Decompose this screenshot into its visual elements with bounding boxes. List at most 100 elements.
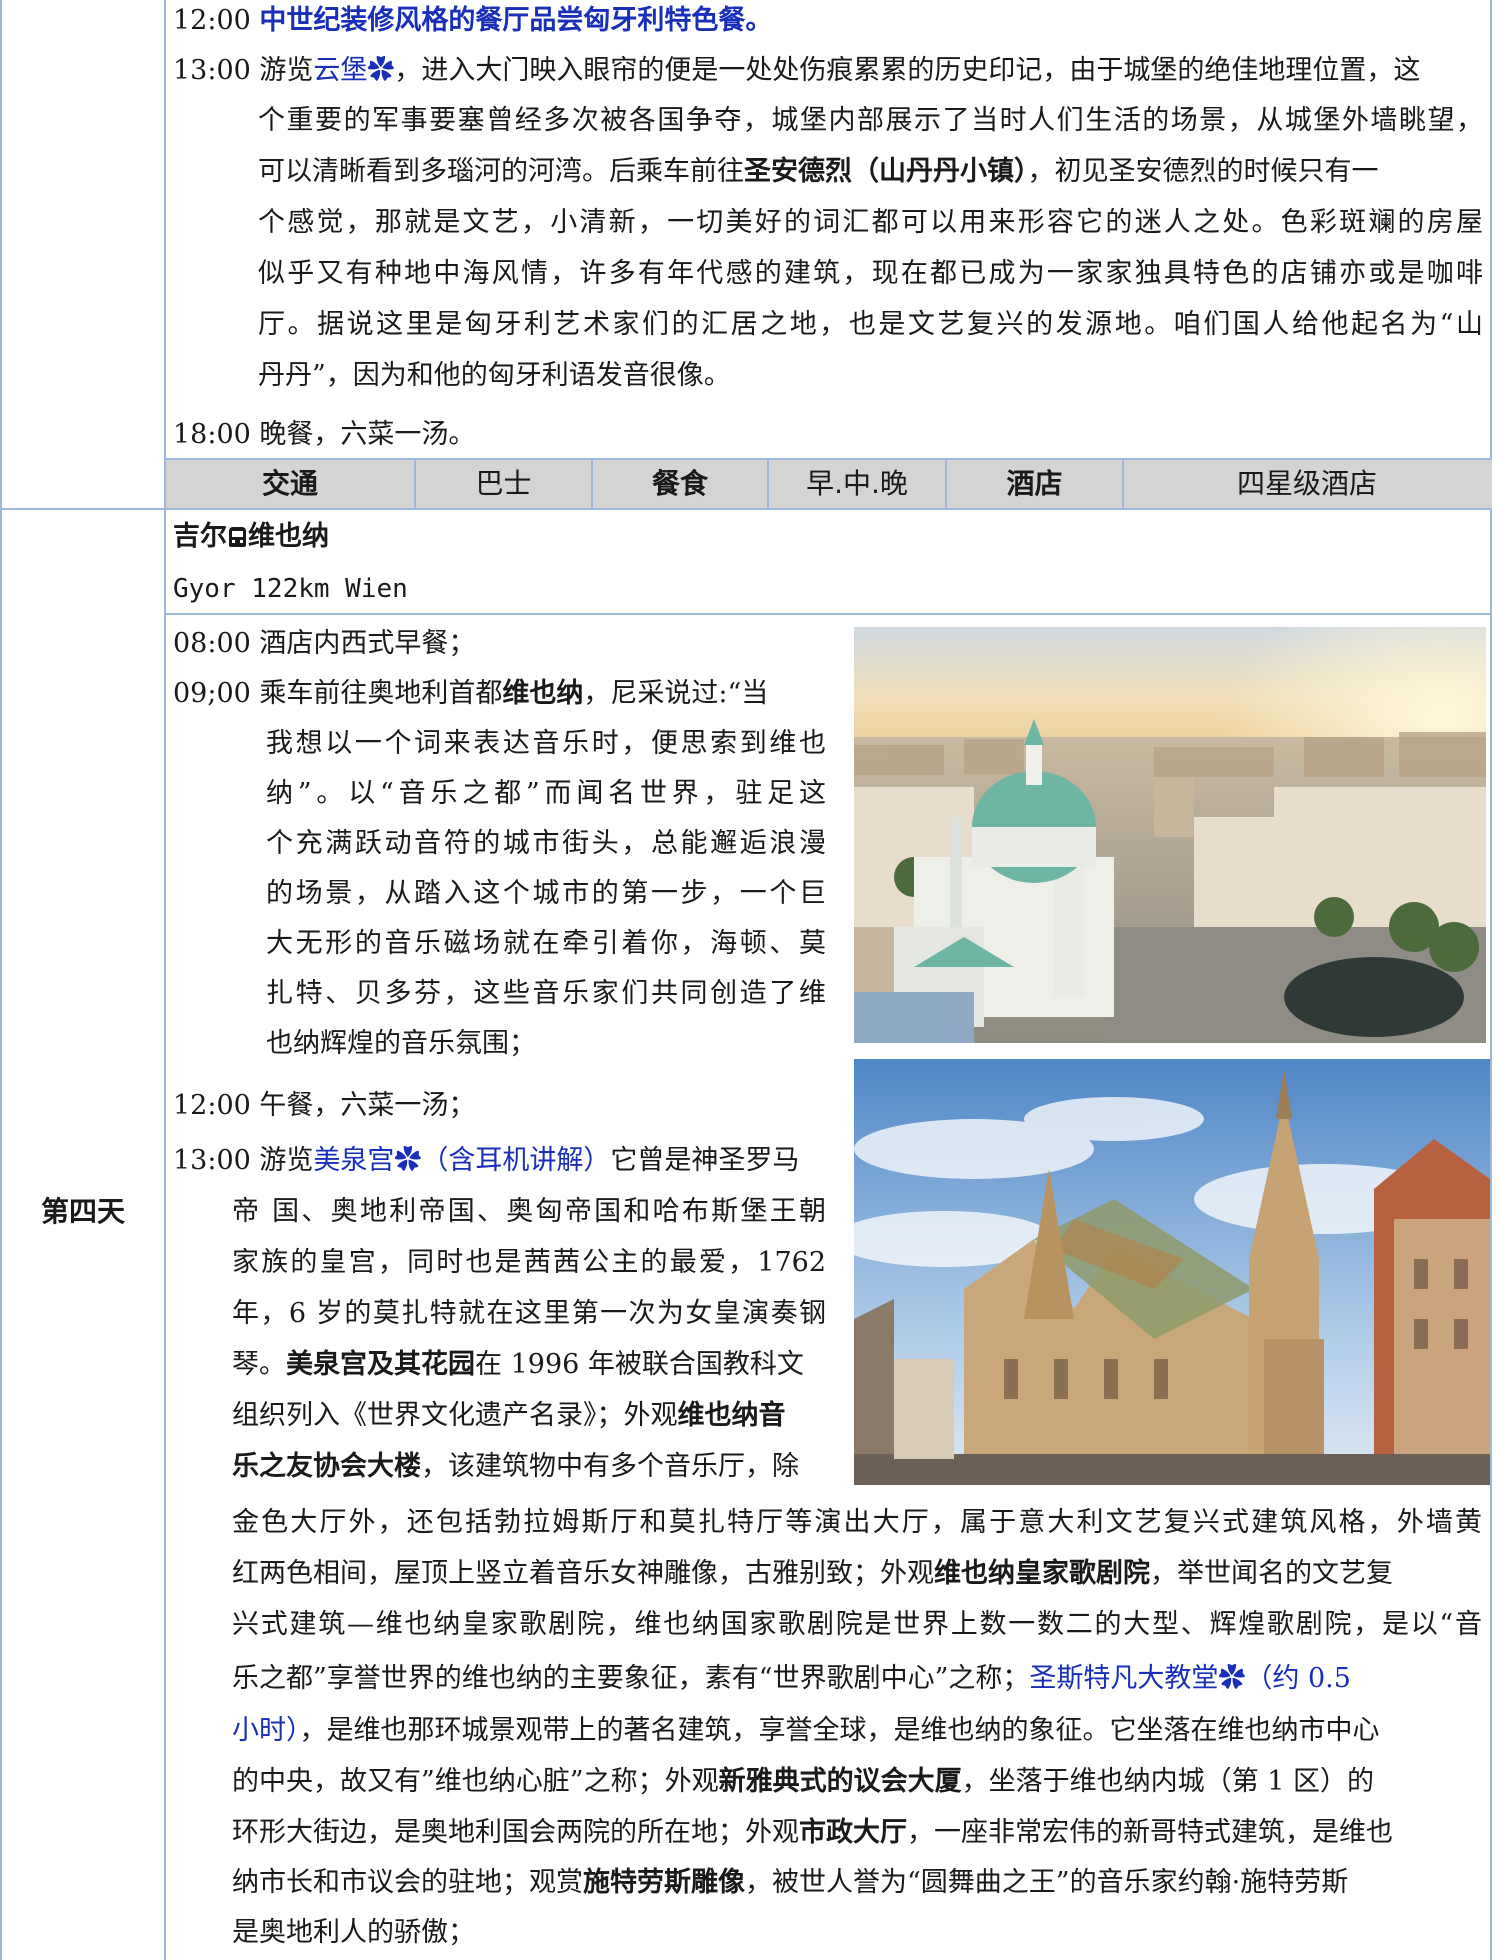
photo-illustration (854, 1059, 1490, 1485)
paragraph-line: 个重要的军事要塞曾经多次被各国争夺，城堡内部展示了当时人们生活的场景，从城堡外墙… (258, 105, 1483, 136)
table-border-left (0, 0, 2, 1960)
paragraph-line: 金色大厅外，还包括勃拉姆斯厅和莫扎特厅等演出大厅，属于意大利文艺复兴式建筑风格，… (232, 1507, 1482, 1538)
text: 游览 (259, 1145, 314, 1176)
duration-note: （约 0.5 (1245, 1663, 1351, 1694)
paragraph-line: 年，6 岁的莫扎特就在这里第一次为女皇演奏钢 (232, 1298, 826, 1329)
text: ，进入大门映入眼帘的便是一处处伤痕累累的历史印记，由于城堡的绝佳地理位置，这 (394, 55, 1421, 86)
time: 13:00 (173, 55, 251, 86)
text: ，一座非常宏伟的新哥特式建筑，是维也 (907, 1817, 1393, 1848)
paragraph-line: 我想以一个词来表达音乐时，便思索到维也 (266, 728, 826, 759)
paragraph-line: 红两色相间，屋顶上竖立着音乐女神雕像，古雅别致；外观维也纳皇家歌剧院，举世闻名的… (232, 1557, 1393, 1591)
meal-label: 餐食 (593, 460, 769, 508)
paragraph-line: 乐之都”享誉世界的维也纳的主要象征，素有“世界歌剧中心”之称；圣斯特凡大教堂✿（… (232, 1662, 1351, 1696)
highlight: 乐之友协会大楼 (232, 1451, 421, 1482)
paragraph-line: 帝 国、奥地利帝国、奥匈帝国和哈布斯堡王朝 (232, 1196, 826, 1227)
text: 乘车前往奥地利首都 (259, 678, 503, 709)
highlight: 圣安德烈（山丹丹小镇） (744, 156, 1028, 187)
paragraph-line: 环形大街边，是奥地利国会两院的所在地；外观市政大厅，一座非常宏伟的新哥特式建筑，… (232, 1816, 1393, 1850)
paragraph-line: 的场景，从踏入这个城市的第一步，一个巨 (266, 878, 826, 909)
bus-icon (229, 527, 246, 547)
paragraph-line: 大无形的音乐磁场就在牵引着你，海顿、莫 (266, 928, 826, 959)
text: ，尼采说过:“当 (583, 678, 769, 709)
highlight: 市政大厅 (799, 1817, 907, 1848)
paragraph-line: 丹丹”，因为和他的匈牙利语发音很像。 (258, 360, 731, 391)
text: ，是维也那环城景观带上的著名建筑，享誉全球，是维也纳的象征。它坐落在维也纳市中心 (299, 1715, 1380, 1746)
schonbrunn-link[interactable]: 美泉宫 (313, 1145, 394, 1176)
schedule-line: 13:00 游览云堡✿，进入大门映入眼帘的便是一处处伤痕累累的历史印记，由于城堡… (173, 54, 1420, 88)
schedule-line: 09;00 乘车前往奥地利首都维也纳，尼采说过:“当 (173, 677, 768, 711)
paragraph-line: 纳”。以“音乐之都”而闻名世界，驻足这 (266, 778, 826, 809)
transport-label: 交通 (166, 460, 416, 508)
highlight: 美泉宫及其花园 (286, 1349, 475, 1380)
time: 13:00 (173, 1145, 251, 1176)
highlight: 维也纳皇家歌剧院 (934, 1558, 1150, 1589)
text: 晚餐，六菜一汤。 (259, 419, 476, 450)
schedule-line: 12:00 午餐，六菜一汤； (173, 1089, 475, 1123)
text: 红两色相间，屋顶上竖立着音乐女神雕像，古雅别致；外观 (232, 1558, 934, 1589)
paragraph-line: 也纳辉煌的音乐氛围； (266, 1028, 536, 1059)
day-label: 第四天 (40, 1195, 125, 1228)
cloud-castle-link[interactable]: 云堡 (313, 55, 367, 86)
text: 它曾是神圣罗马 (610, 1145, 800, 1176)
text: 的中央，故又有”维也纳心脏”之称；外观 (232, 1766, 719, 1797)
route-to: 维也纳 (248, 521, 329, 552)
paragraph-line: 兴式建筑—维也纳皇家歌剧院，维也纳国家歌剧院是世界上数一数二的大型、辉煌歌剧院，… (232, 1609, 1482, 1640)
meal-value: 早.中.晚 (769, 460, 947, 508)
time: 09;00 (173, 678, 251, 709)
flower-icon: ✿ (367, 55, 395, 86)
schedule-line: 08:00 酒店内西式早餐； (173, 627, 475, 661)
flower-icon: ✿ (394, 1145, 422, 1176)
route-separator (164, 613, 1492, 615)
flower-icon: ✿ (1218, 1663, 1246, 1694)
audio-guide-note: （含耳机讲解） (421, 1145, 611, 1176)
text: ，举世闻名的文艺复 (1150, 1558, 1393, 1589)
text: 乐之都”享誉世界的维也纳的主要象征，素有“世界歌剧中心”之称； (232, 1663, 1030, 1694)
paragraph-line: 似乎又有种地中海风情，许多有年代感的建筑，现在都已成为一家家独具特色的店铺亦或是… (258, 258, 1483, 289)
time: 08:00 (173, 628, 251, 659)
route-from: 吉尔 (173, 521, 227, 552)
time: 12:00 (173, 1090, 251, 1121)
schedule-line: 12:00 中世纪装修风格的餐厅品尝匈牙利特色餐。 (173, 4, 772, 38)
paragraph-line: 扎特、贝多芬，这些音乐家们共同创造了维 (266, 978, 826, 1009)
paragraph-line: 乐之友协会大楼，该建筑物中有多个音乐厅，除 (232, 1450, 799, 1484)
duration-note: 小时） (232, 1715, 300, 1746)
text: 酒店内西式早餐； (259, 628, 476, 659)
table-border-col (164, 0, 166, 1960)
paragraph-line: 家族的皇宫，同时也是茜茜公主的最爱，1762 (232, 1247, 826, 1278)
st-stephens-link[interactable]: 圣斯特凡大教堂 (1029, 1663, 1218, 1694)
paragraph-line: 厅。据说这里是匈牙利艺术家们的汇居之地，也是文艺复兴的发源地。咱们国人给他起名为… (258, 309, 1483, 340)
text: 午餐，六菜一汤； (259, 1090, 476, 1121)
hotel-value: 四星级酒店 (1236, 467, 1377, 500)
text: 琴。 (232, 1349, 286, 1380)
paragraph-line: 组织列入《世界文化遗产名录》；外观维也纳音 (232, 1399, 786, 1433)
vienna-karlskirche-aerial-photo (854, 627, 1486, 1043)
st-stephens-cathedral-photo (854, 1059, 1490, 1485)
route-distance: Gyor 122km Wien (173, 574, 408, 604)
text: 游览 (259, 55, 314, 86)
text: 可以清晰看到多瑙河的河湾。后乘车前往 (258, 156, 744, 187)
text: 环形大街边，是奥地利国会两院的所在地；外观 (232, 1817, 799, 1848)
text: ，初见圣安德烈的时候只有一 (1027, 156, 1379, 187)
photo-illustration (854, 627, 1486, 1043)
paragraph-line: 个感觉，那就是文艺，小清新，一切美好的词汇都可以用来形容它的迷人之处。色彩斑斓的… (258, 207, 1483, 238)
paragraph-line: 可以清晰看到多瑙河的河湾。后乘车前往圣安德烈（山丹丹小镇），初见圣安德烈的时候只… (258, 155, 1379, 189)
text: ，坐落于维也纳内城（第 1 区）的 (961, 1766, 1374, 1797)
text: 在 1996 年被联合国教科文 (475, 1349, 804, 1380)
time: 12:00 (173, 5, 251, 36)
paragraph-line: 的中央，故又有”维也纳心脏”之称；外观新雅典式的议会大厦，坐落于维也纳内城（第 … (232, 1765, 1374, 1799)
lunch-highlight: 中世纪装修风格的餐厅品尝匈牙利特色餐。 (259, 5, 773, 36)
text: ，被世人誉为“圆舞曲之王”的音乐家约翰·施特劳斯 (745, 1867, 1349, 1898)
text: 组织列入《世界文化遗产名录》；外观 (232, 1400, 678, 1431)
time: 18:00 (173, 419, 251, 450)
schedule-line: 13:00 游览美泉宫✿（含耳机讲解）它曾是神圣罗马 (173, 1144, 799, 1178)
paragraph-line: 琴。美泉宫及其花园在 1996 年被联合国教科文 (232, 1348, 804, 1382)
highlight: 维也纳音 (677, 1400, 786, 1431)
schedule-line: 18:00 晚餐，六菜一汤。 (173, 418, 475, 452)
paragraph-line: 是奥地利人的骄傲； (232, 1917, 475, 1948)
transport-value: 巴士 (416, 460, 593, 508)
paragraph-line: 纳市长和市议会的驻地；观赏施特劳斯雕像，被世人誉为“圆舞曲之王”的音乐家约翰·施… (232, 1866, 1348, 1900)
route-title: 吉尔 维也纳 (173, 520, 329, 554)
highlight: 维也纳 (502, 678, 584, 709)
info-row: 交通 巴士 餐食 早.中.晚 酒店 四星级酒店 (166, 458, 1492, 510)
hotel-label: 酒店 (947, 460, 1124, 508)
